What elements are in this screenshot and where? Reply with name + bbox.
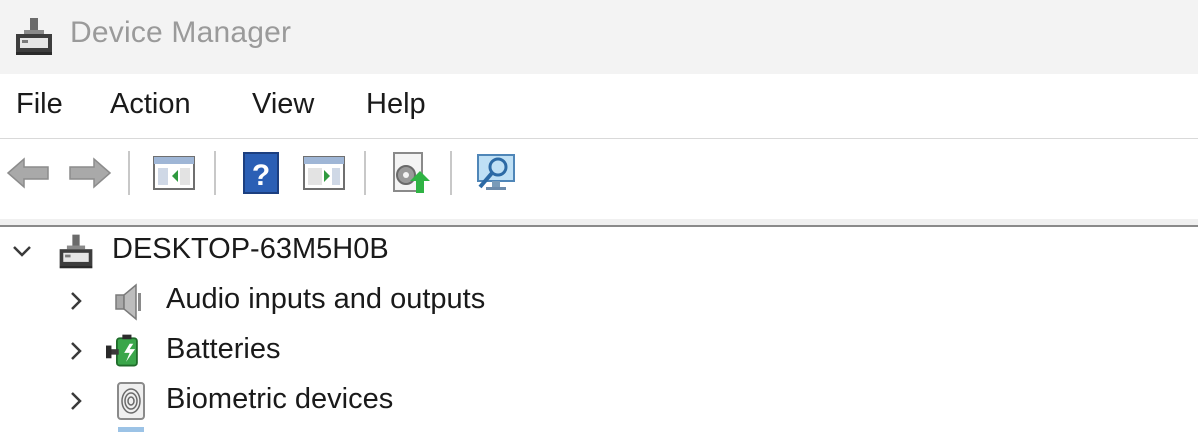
tree-item-biometric[interactable]: Biometric devices [0,377,500,427]
toolbar-separator [450,151,452,195]
toolbar-separator [128,151,130,195]
menu-file[interactable]: File [16,88,63,121]
menu-help[interactable]: Help [366,88,426,121]
tree-item-batteries[interactable]: Batteries [0,327,420,377]
toolbar-separator [364,151,366,195]
device-tree: DESKTOP-63M5H0B Audio inputs and outputs [0,227,1198,432]
menu-action[interactable]: Action [110,88,191,121]
help-icon[interactable]: ? [238,149,286,197]
toolbar: ? [0,139,1198,219]
battery-icon [106,334,138,367]
chevron-right-icon[interactable] [64,337,88,365]
update-driver-icon[interactable] [386,149,434,197]
device-manager-window: Device Manager File Action View Help ? D… [0,0,1198,432]
tree-item-label: Batteries [166,333,281,365]
back-arrow-icon[interactable] [4,149,52,197]
menu-view[interactable]: View [252,88,314,121]
speaker-icon [115,283,141,321]
tree-item-audio[interactable]: Audio inputs and outputs [0,277,560,327]
title-bar[interactable]: Device Manager [0,0,1198,74]
forward-arrow-icon[interactable] [66,149,114,197]
menu-bar: File Action View Help [0,74,1198,139]
tree-item-label: Biometric devices [166,383,394,415]
window-title: Device Manager [70,16,292,49]
toolbar-separator [214,151,216,195]
tree-root-node[interactable]: DESKTOP-63M5H0B [0,227,420,277]
device-manager-icon [16,18,52,55]
svg-text:?: ? [252,159,270,192]
chevron-right-icon[interactable] [64,387,88,415]
chevron-right-icon[interactable] [64,287,88,315]
console-tree-icon[interactable] [150,149,198,197]
next-item-icon-partial [118,427,144,432]
toolbar-divider [0,219,1198,227]
tree-item-label: Audio inputs and outputs [166,283,486,315]
fingerprint-icon [117,382,145,420]
action-pane-icon[interactable] [300,149,348,197]
chevron-down-icon[interactable] [10,237,34,265]
scan-monitor-icon[interactable] [472,149,520,197]
computer-name-label: DESKTOP-63M5H0B [112,233,389,265]
computer-icon [59,234,93,269]
